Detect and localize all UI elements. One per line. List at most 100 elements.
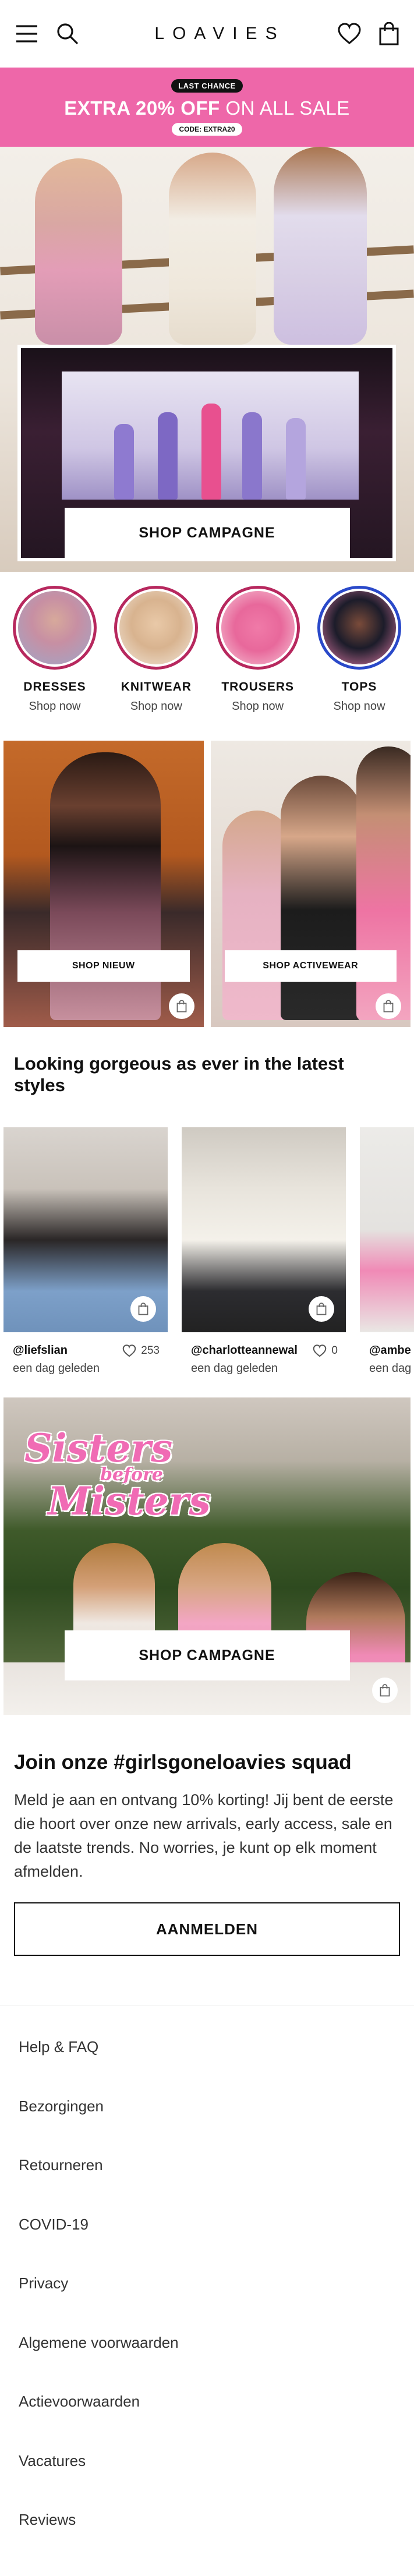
insta-post-date: een dag geleden (13, 1362, 100, 1375)
footer-link-jobs[interactable]: Vacatures (0, 2447, 414, 2507)
promo-headline-rest: ON ALL SALE (220, 97, 350, 119)
insta-post-image[interactable] (182, 1127, 346, 1332)
insta-username[interactable]: @liefslian (13, 1344, 68, 1357)
footer-link-covid[interactable]: COVID-19 (0, 2211, 414, 2270)
subscribe-button[interactable]: AANMELDEN (14, 1902, 400, 1956)
add-to-bag-button[interactable] (130, 1296, 156, 1322)
category-knitwear[interactable]: KNITWEAR Shop now (109, 586, 203, 741)
category-image (320, 589, 398, 667)
promo-headline: EXTRA 20% OFF ON ALL SALE (64, 97, 350, 119)
tile-model (280, 776, 362, 1020)
add-to-bag-button[interactable] (376, 993, 401, 1019)
category-dresses[interactable]: DRESSES Shop now (8, 586, 101, 741)
video-dancer (286, 418, 306, 500)
add-to-bag-button[interactable] (372, 1678, 398, 1703)
header-right (337, 22, 399, 45)
header-left (15, 22, 79, 45)
category-image (16, 589, 94, 667)
promo-pill: LAST CHANCE (171, 79, 243, 93)
insta-username[interactable]: @charlotteannewal (191, 1344, 298, 1357)
shopping-bag-icon (316, 1303, 327, 1315)
insta-post-image[interactable] (3, 1127, 168, 1332)
footer-link-delivery[interactable]: Bezorgingen (0, 2093, 414, 2152)
category-image-ring (114, 586, 199, 670)
category-shop-now[interactable]: Shop now (130, 700, 182, 713)
insta-likes: 253 (122, 1344, 160, 1357)
promo-tiles: SHOP NIEUW SHOP ACTIVEWEAR (0, 741, 414, 1027)
insta-post[interactable]: @liefslian 253 een dag geleden (3, 1127, 168, 1397)
insta-likes: 0 (313, 1344, 338, 1357)
hero-model (35, 158, 122, 345)
video-stage (62, 371, 359, 500)
campaign-banner[interactable]: Sisters before Misters SHOP CAMPAGNE (3, 1397, 411, 1715)
newsletter-text: Meld je aan en ontvang 10% korting! Jij … (14, 1791, 394, 1881)
hero-campaign[interactable]: SHOP CAMPAGNE (0, 147, 414, 572)
footer-link-privacy[interactable]: Privacy (0, 2270, 414, 2329)
tile-new-arrivals[interactable]: SHOP NIEUW (3, 741, 204, 1027)
insta-post-meta: @ambe (360, 1344, 414, 1357)
insta-post-date: een dag geled (369, 1362, 414, 1375)
site-header: LOAVIES (0, 0, 414, 68)
insta-post[interactable]: @charlotteannewal 0 een dag geleden (182, 1127, 346, 1397)
add-to-bag-button[interactable] (168, 993, 194, 1019)
insta-post[interactable]: @ambe een dag geled (360, 1127, 414, 1397)
video-dancer (201, 404, 221, 500)
footer-links: Help & FAQ Bezorgingen Retourneren COVID… (0, 2005, 414, 2566)
shopping-bag-icon (138, 1303, 148, 1315)
insta-post-meta: @charlotteannewal 0 (182, 1344, 346, 1357)
insta-username[interactable]: @ambe (369, 1344, 411, 1357)
footer-link-help[interactable]: Help & FAQ (0, 2033, 414, 2093)
shopping-bag-icon[interactable] (379, 22, 399, 45)
headline-line-3: Misters (48, 1478, 211, 1524)
category-label: TOPS (341, 680, 377, 693)
hero-model (274, 147, 367, 345)
footer-link-returns[interactable]: Retourneren (0, 2152, 414, 2211)
banner-headline: Sisters before Misters (24, 1425, 211, 1524)
video-dancer (114, 424, 134, 500)
shopping-bag-icon (383, 1000, 394, 1013)
category-trousers[interactable]: TROUSERS Shop now (211, 586, 305, 741)
heart-icon[interactable] (313, 1344, 327, 1357)
menu-icon[interactable] (15, 24, 38, 43)
footer-link-terms[interactable]: Algemene voorwaarden (0, 2329, 414, 2389)
shopping-bag-icon (380, 1684, 390, 1697)
insta-post-date: een dag geleden (191, 1362, 278, 1375)
category-image (218, 589, 297, 667)
insta-post-image[interactable] (360, 1127, 414, 1332)
insta-section-title: Looking gorgeous as ever in the latest s… (14, 1053, 344, 1096)
footer-link-promo-terms[interactable]: Actievoorwaarden (0, 2388, 414, 2447)
search-icon[interactable] (56, 22, 79, 45)
insta-carousel[interactable]: @liefslian 253 een dag geleden @charlott… (0, 1127, 414, 1397)
page: LOAVIES LAST CHANCE EXTRA 20% OFF ON ALL… (0, 0, 414, 2576)
promo-banner[interactable]: LAST CHANCE EXTRA 20% OFF ON ALL SALE CO… (0, 68, 414, 147)
heart-icon[interactable] (122, 1344, 136, 1357)
shop-new-button[interactable]: SHOP NIEUW (17, 950, 190, 982)
category-shop-now[interactable]: Shop now (232, 700, 284, 713)
category-image (117, 589, 196, 667)
category-tops[interactable]: TOPS Shop now (313, 586, 406, 741)
category-image-ring (215, 586, 300, 670)
insta-like-count: 0 (331, 1344, 338, 1357)
insta-post-meta: @liefslian 253 (3, 1344, 168, 1357)
shop-activewear-button[interactable]: SHOP ACTIVEWEAR (224, 950, 397, 982)
add-to-bag-button[interactable] (309, 1296, 334, 1322)
shop-campaign-button[interactable]: SHOP CAMPAGNE (64, 508, 350, 558)
video-dancer (242, 412, 262, 500)
promo-headline-bold: EXTRA 20% OFF (64, 97, 220, 119)
category-carousel: DRESSES Shop now KNITWEAR Shop now TROUS… (0, 572, 414, 741)
shop-campaign-button[interactable]: SHOP CAMPAGNE (64, 1630, 350, 1680)
heart-icon[interactable] (337, 23, 362, 45)
headline-line-1: Sisters (24, 1425, 173, 1471)
category-label: KNITWEAR (121, 680, 192, 693)
category-shop-now[interactable]: Shop now (29, 700, 81, 713)
category-shop-now[interactable]: Shop now (334, 700, 385, 713)
tile-activewear[interactable]: SHOP ACTIVEWEAR (210, 741, 411, 1027)
category-label: DRESSES (23, 680, 86, 693)
footer-link-reviews[interactable]: Reviews (0, 2506, 414, 2566)
promo-code: CODE: EXTRA20 (172, 122, 242, 136)
hero-model (169, 153, 256, 345)
brand-logo[interactable]: LOAVIES (154, 24, 285, 44)
shopping-bag-icon (176, 1000, 186, 1013)
insta-like-count: 253 (141, 1344, 160, 1357)
video-dancer (158, 412, 178, 500)
